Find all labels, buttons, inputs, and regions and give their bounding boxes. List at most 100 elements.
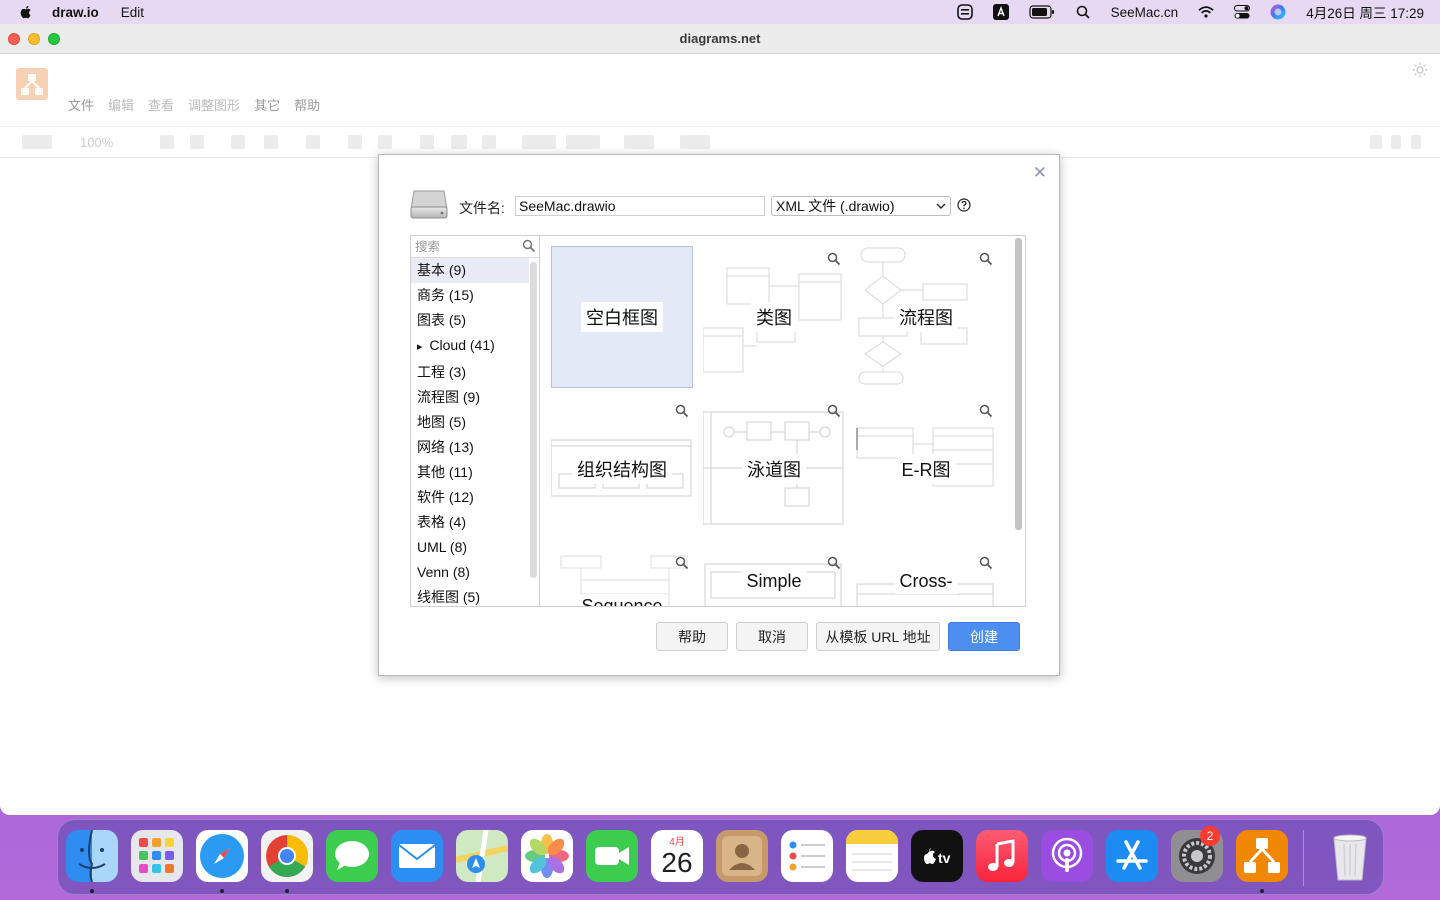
shadow-icon[interactable]	[482, 135, 496, 149]
to-front-icon[interactable]	[348, 135, 362, 149]
template-cross-functional[interactable]: Cross-	[855, 550, 997, 606]
template-org-chart[interactable]: 组织结构图	[551, 398, 693, 540]
category-network[interactable]: 网络 (13)	[411, 435, 529, 460]
window-titlebar[interactable]: diagrams.net	[0, 24, 1440, 54]
messages-icon[interactable]	[326, 830, 378, 882]
chrome-icon[interactable]	[261, 830, 313, 882]
launchpad-icon[interactable]	[131, 830, 183, 882]
menu-file[interactable]: 文件	[68, 95, 94, 114]
calendar-icon[interactable]: 4月 26	[651, 830, 703, 882]
preview-zoom-icon[interactable]	[979, 556, 993, 570]
facetime-icon[interactable]	[586, 830, 638, 882]
reminders-icon[interactable]	[781, 830, 833, 882]
template-flowchart[interactable]: 流程图	[855, 246, 997, 388]
expand-triangle-icon[interactable]: ▸	[417, 341, 423, 353]
undo-icon[interactable]	[231, 135, 245, 149]
category-wireframes[interactable]: 线框图 (5)	[411, 585, 529, 606]
siri-icon[interactable]	[1270, 4, 1286, 20]
create-button[interactable]: 创建	[948, 622, 1020, 651]
menu-view[interactable]: 查看	[148, 95, 174, 114]
safari-icon[interactable]	[196, 830, 248, 882]
preview-zoom-icon[interactable]	[979, 404, 993, 418]
podcasts-icon[interactable]	[1041, 830, 1093, 882]
filename-input[interactable]	[515, 196, 765, 216]
apple-tv-icon[interactable]: tv	[911, 830, 963, 882]
music-icon[interactable]	[976, 830, 1028, 882]
insert-icon[interactable]	[624, 135, 654, 149]
category-other[interactable]: 其他 (11)	[411, 460, 529, 485]
zoom-level[interactable]: 100%	[80, 135, 113, 150]
mail-icon[interactable]	[391, 830, 443, 882]
menu-arrange[interactable]: 调整图形	[188, 95, 240, 114]
category-maps[interactable]: 地图 (5)	[411, 410, 529, 435]
template-sequence[interactable]: Sequence	[551, 550, 693, 606]
wifi-icon[interactable]	[1198, 4, 1214, 20]
zoom-in-icon[interactable]	[160, 135, 174, 149]
help-button[interactable]: 帮助	[656, 622, 728, 651]
contacts-icon[interactable]	[716, 830, 768, 882]
category-charts[interactable]: 图表 (5)	[411, 308, 529, 333]
template-er-diagram[interactable]: E-R图	[855, 398, 997, 540]
redo-icon[interactable]	[264, 135, 278, 149]
waypoints-icon[interactable]	[566, 135, 600, 149]
dialog-close-icon[interactable]: ✕	[1033, 163, 1047, 183]
category-software[interactable]: 软件 (12)	[411, 485, 529, 510]
help-circle-icon[interactable]	[957, 198, 971, 212]
category-flowcharts[interactable]: 流程图 (9)	[411, 385, 529, 410]
category-cloud[interactable]: ▸ Cloud (41)	[411, 333, 529, 360]
input-method-icon[interactable]	[992, 4, 1009, 20]
preview-zoom-icon[interactable]	[827, 252, 841, 266]
menubar-app-icon[interactable]	[956, 4, 973, 20]
to-back-icon[interactable]	[378, 135, 392, 149]
notes-icon[interactable]	[846, 830, 898, 882]
menubar-app-name[interactable]: draw.io	[52, 5, 99, 20]
theme-sun-icon[interactable]	[1412, 62, 1428, 78]
drawio-icon[interactable]	[1236, 830, 1288, 882]
apple-icon[interactable]	[18, 4, 34, 20]
app-store-icon[interactable]	[1106, 830, 1158, 882]
trash-icon[interactable]	[1324, 830, 1376, 882]
finder-icon[interactable]	[66, 830, 118, 882]
template-scrollbar[interactable]	[1015, 238, 1022, 530]
template-class-diagram[interactable]: 类图	[703, 246, 845, 388]
from-template-url-button[interactable]: 从模板 URL 地址	[816, 622, 940, 651]
search-input[interactable]	[411, 236, 539, 257]
collapse-icon[interactable]	[1411, 135, 1421, 149]
category-venn[interactable]: Venn (8)	[411, 560, 529, 585]
template-blank[interactable]: 空白框图	[551, 246, 693, 388]
line-color-icon[interactable]	[451, 135, 467, 149]
preview-zoom-icon[interactable]	[827, 556, 841, 570]
close-window-button[interactable]	[8, 33, 20, 45]
cancel-button[interactable]: 取消	[736, 622, 808, 651]
menu-extras[interactable]: 其它	[254, 95, 280, 114]
spotlight-search-icon[interactable]	[1075, 4, 1091, 20]
menubar-edit[interactable]: Edit	[121, 5, 144, 20]
photos-icon[interactable]	[521, 830, 573, 882]
template-simple[interactable]: Simple	[703, 550, 845, 606]
table-icon[interactable]	[680, 135, 710, 149]
template-swimlane[interactable]: 泳道图	[703, 398, 845, 540]
control-center-icon[interactable]	[1234, 4, 1251, 20]
search-icon[interactable]	[522, 239, 536, 253]
fullscreen-icon[interactable]	[1370, 135, 1382, 149]
maps-icon[interactable]	[456, 830, 508, 882]
preview-zoom-icon[interactable]	[827, 404, 841, 418]
format-panel-toggle[interactable]	[22, 135, 52, 149]
preview-zoom-icon[interactable]	[675, 404, 689, 418]
preview-zoom-icon[interactable]	[675, 556, 689, 570]
delete-icon[interactable]	[306, 135, 320, 149]
menubar-site-label[interactable]: SeeMac.cn	[1111, 5, 1179, 20]
connection-icon[interactable]	[522, 135, 556, 149]
minimize-window-button[interactable]	[28, 33, 40, 45]
menu-edit[interactable]: 编辑	[108, 95, 134, 114]
category-uml[interactable]: UML (8)	[411, 535, 529, 560]
zoom-out-icon[interactable]	[190, 135, 204, 149]
category-scrollbar[interactable]	[530, 262, 537, 578]
category-business[interactable]: 商务 (15)	[411, 283, 529, 308]
battery-icon[interactable]	[1029, 4, 1055, 20]
format-panel-icon[interactable]	[1391, 135, 1401, 149]
category-engineering[interactable]: 工程 (3)	[411, 360, 529, 385]
category-tables[interactable]: 表格 (4)	[411, 510, 529, 535]
menubar-datetime[interactable]: 4月26日 周三 17:29	[1306, 2, 1424, 22]
preview-zoom-icon[interactable]	[979, 252, 993, 266]
